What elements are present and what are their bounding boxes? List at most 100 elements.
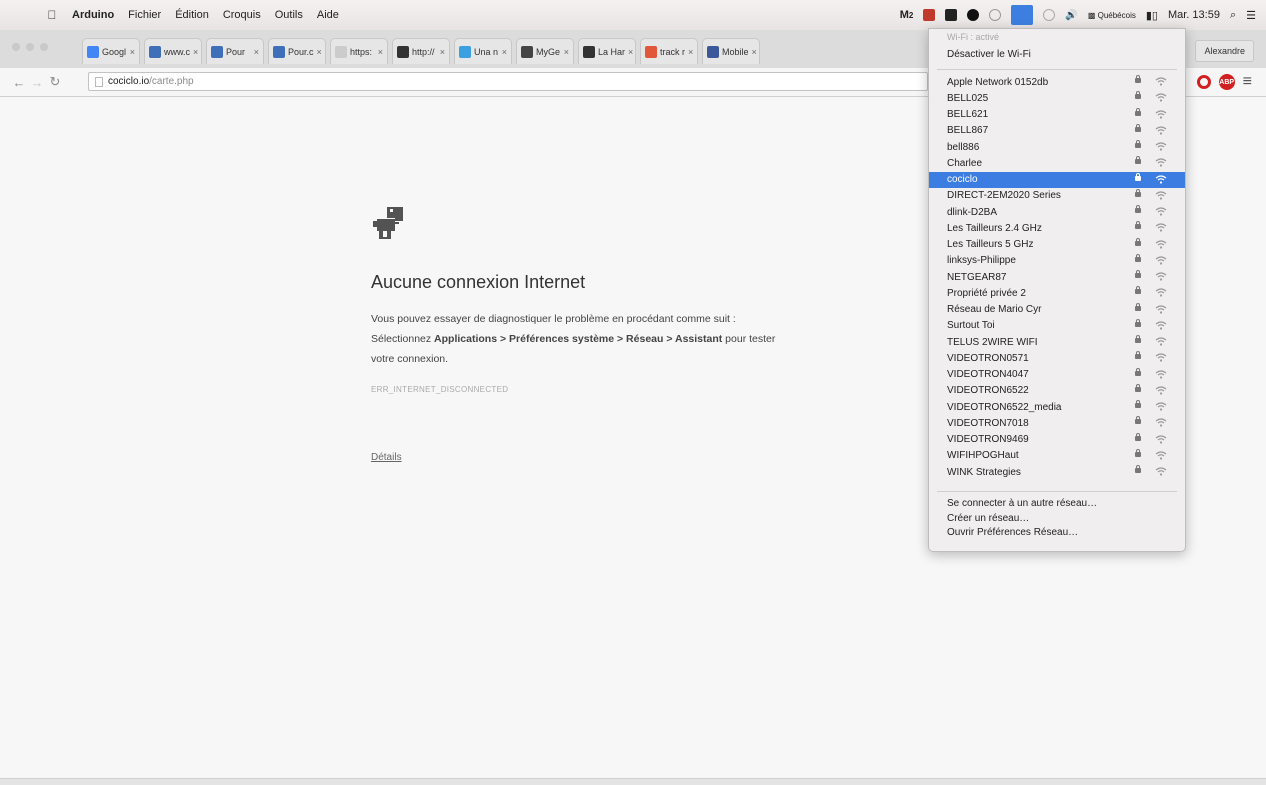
lock-icon [1135,253,1141,262]
opera-extension-icon[interactable] [1196,75,1211,89]
menu-edition[interactable]: Édition [175,9,209,21]
tab-close-icon[interactable]: × [564,47,569,57]
offline-dino-icon [373,207,403,239]
zoom-window-button[interactable] [40,43,48,51]
minimize-window-button[interactable] [26,43,34,51]
wifi-network-item[interactable]: VIDEOTRON6522 [929,383,1185,399]
browser-tab[interactable]: MyGe × [516,38,574,64]
wifi-network-item[interactable]: VIDEOTRON7018 [929,415,1185,431]
browser-tab[interactable]: www.c × [144,38,202,64]
lock-icon [1135,465,1141,473]
wifi-network-item[interactable]: DIRECT-2EM2020 Series [929,188,1185,204]
error-code: ERR_INTERNET_DISCONNECTED [371,385,509,394]
browser-tab[interactable]: http:// × [392,38,450,64]
wifi-network-item[interactable]: Les Tailleurs 5 GHz [929,237,1185,253]
wifi-network-item[interactable]: Les Tailleurs 2.4 GHz [929,220,1185,236]
spotlight-icon[interactable]: ⌕ [1230,9,1236,22]
wifi-signal-icon [1155,369,1167,379]
adblock-icon[interactable]: ABP [1218,74,1235,90]
browser-tab[interactable]: La Har × [578,38,636,64]
tab-close-icon[interactable]: × [193,47,198,57]
wifi-network-item[interactable]: VIDEOTRON4047 [929,367,1185,383]
browser-tab[interactable]: track r × [640,38,698,64]
wifi-network-item[interactable]: BELL025 [929,90,1185,106]
shield-icon[interactable] [923,9,936,21]
wifi-network-item[interactable]: Apple Network 0152db [929,74,1185,90]
profile-button[interactable]: Alexandre [1195,40,1254,62]
clock[interactable]: Mar. 13:59 [1168,9,1220,21]
wifi-network-item[interactable]: linksys-Philippe [929,253,1185,269]
tab-favicon-icon [335,45,347,58]
tab-close-icon[interactable]: × [254,47,259,57]
wifi-network-item[interactable]: WIFIHPOGHaut [929,448,1185,464]
tab-close-icon[interactable]: × [440,47,445,57]
browser-tab[interactable]: Pour × [206,38,264,64]
menu-fichier[interactable]: Fichier [128,9,161,21]
wifi-network-item[interactable]: VIDEOTRON0571 [929,350,1185,366]
wifi-network-item[interactable]: Charlee [929,155,1185,171]
wifi-network-name: VIDEOTRON6522_media [947,401,1062,413]
wifi-network-name: VIDEOTRON7018 [947,417,1029,429]
lock-icon [1135,318,1141,327]
menu-outils[interactable]: Outils [275,9,303,21]
wifi-network-item[interactable]: bell886 [929,139,1185,155]
circle-icon[interactable] [967,9,980,21]
notification-center-icon[interactable]: ☰ [1246,9,1256,22]
tab-close-icon[interactable]: × [628,47,633,57]
wifi-network-item[interactable]: TELUS 2WIRE WIFI [929,334,1185,350]
wifi-network-item[interactable]: VIDEOTRON6522_media [929,399,1185,415]
wifi-network-item[interactable]: NETGEAR87 [929,269,1185,285]
tab-close-icon[interactable]: × [502,47,507,57]
address-bar[interactable]: cociclo.io/carte.php [88,72,928,91]
tab-close-icon[interactable]: × [752,47,757,57]
wifi-signal-icon [1155,288,1167,297]
wifi-network-item[interactable]: Réseau de Mario Cyr [929,302,1185,318]
tab-close-icon[interactable]: × [378,47,383,57]
menu-divider [937,491,1177,492]
menu-aide[interactable]: Aide [317,9,339,21]
url-host: cociclo.io [108,76,150,87]
sync-icon[interactable] [1043,9,1056,21]
wifi-network-item[interactable]: BELL621 [929,107,1185,123]
wifi-network-item[interactable]: VIDEOTRON9469 [929,432,1185,448]
browser-tab[interactable]: Una n × [454,38,512,64]
back-button[interactable]: ← [10,75,28,90]
close-window-button[interactable] [12,43,20,51]
spinner-icon[interactable] [989,9,1002,21]
volume-icon[interactable]: 🔊 [1065,10,1077,21]
wifi-network-item-selected[interactable]: cociclo [929,171,1185,188]
apple-icon[interactable]:  [44,8,60,22]
browser-tab[interactable]: Googl × [82,38,140,64]
browser-tab[interactable]: https: × [330,38,388,64]
reload-button[interactable]: ↻ [46,74,64,90]
input-source[interactable]: ▩ Québécois [1088,11,1136,20]
menu-app-name[interactable]: Arduino [72,9,114,21]
wifi-toggle-item[interactable]: Désactiver le Wi-Fi [947,49,1031,60]
tab-close-icon[interactable]: × [688,47,693,57]
browser-tab[interactable]: Mobile × [702,38,760,64]
browser-tab[interactable]: Pour.c × [268,38,326,64]
lock-icon [1135,156,1141,165]
tab-favicon-icon [149,45,161,58]
forward-button[interactable]: → [28,75,46,90]
menu-croquis[interactable]: Croquis [223,9,261,21]
m-status-item[interactable]: M2 [900,9,914,21]
chrome-menu-icon[interactable]: ≡ [1243,73,1252,91]
connect-other-network-item[interactable]: Se connecter à un autre réseau… [947,498,1097,513]
wifi-network-item[interactable]: WINK Strategies [929,464,1185,480]
details-link[interactable]: Détails [371,452,402,463]
wifi-network-name: Réseau de Mario Cyr [947,304,1042,316]
open-network-preferences-item[interactable]: Ouvrir Préférences Réseau… [947,527,1097,542]
error-line-1: Vous pouvez essayer de diagnostiquer le … [371,313,736,325]
tab-close-icon[interactable]: × [317,47,322,57]
wifi-network-item[interactable]: dlink-D2BA [929,204,1185,220]
wifi-network-item[interactable]: Surtout Toi [929,318,1185,334]
wifi-network-item[interactable]: BELL867 [929,123,1185,139]
wifi-network-item[interactable]: Propriété privée 2 [929,285,1185,301]
app-icon[interactable] [945,9,958,21]
wifi-menu-icon[interactable] [1011,5,1034,25]
create-network-item[interactable]: Créer un réseau… [947,513,1097,528]
tab-close-icon[interactable]: × [130,47,135,57]
battery-icon[interactable]: ▮▯ [1146,9,1158,22]
wifi-network-name: Propriété privée 2 [947,287,1026,299]
